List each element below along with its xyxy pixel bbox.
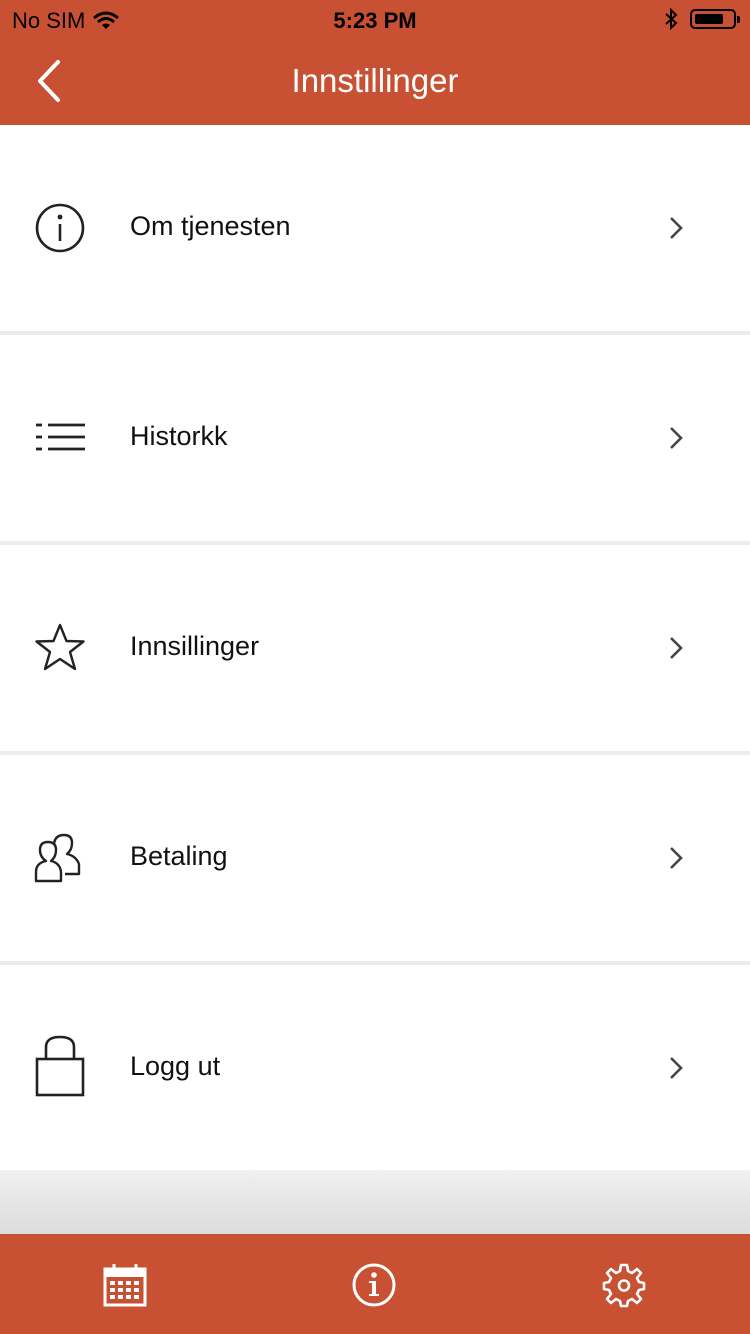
menu-item-label: Innsillinger xyxy=(130,631,260,661)
menu-item-label: Om tjenesten xyxy=(130,211,291,241)
menu-item-innsillinger[interactable]: Innsillinger xyxy=(0,545,750,755)
menu-item-betaling[interactable]: Betaling xyxy=(0,755,750,965)
menu-item-label: Logg ut xyxy=(130,1051,221,1081)
content-bottom-area xyxy=(0,1170,750,1234)
chevron-right-icon xyxy=(670,427,683,449)
tab-info[interactable] xyxy=(351,1262,397,1308)
calendar-icon xyxy=(103,1264,147,1307)
top-bar: No SIM 5:23 PM Innstillinger xyxy=(0,0,750,125)
gear-icon xyxy=(602,1263,646,1308)
chevron-right-icon xyxy=(670,217,683,239)
chevron-right-icon xyxy=(670,637,683,659)
bluetooth-icon xyxy=(665,8,678,30)
menu-item-logg-ut[interactable]: Logg ut xyxy=(0,965,750,1175)
chevron-right-icon xyxy=(670,1057,683,1079)
page-title: Innstillinger xyxy=(291,62,459,99)
lock-icon xyxy=(35,1035,85,1097)
tab-calendar[interactable] xyxy=(102,1262,148,1308)
nav-bar: Innstillinger xyxy=(0,40,750,125)
menu-item-label: Betaling xyxy=(130,841,228,871)
list-icon xyxy=(36,423,85,451)
star-icon xyxy=(35,623,85,671)
battery-icon xyxy=(690,9,740,29)
tab-settings[interactable] xyxy=(601,1262,647,1308)
tab-bar xyxy=(0,1234,750,1334)
status-right-group xyxy=(664,8,740,30)
status-time: 5:23 PM xyxy=(333,8,417,33)
chevron-right-icon xyxy=(670,847,683,869)
settings-menu-list: Om tjenesten Historkk Innsillinger Betal… xyxy=(0,125,750,1175)
menu-item-om-tjenesten[interactable]: Om tjenesten xyxy=(0,125,750,335)
status-bar: No SIM 5:23 PM xyxy=(0,0,750,40)
menu-item-label: Historkk xyxy=(130,421,228,451)
info-icon xyxy=(352,1263,396,1307)
info-circle-icon xyxy=(35,203,85,253)
users-icon xyxy=(34,833,81,883)
menu-item-historkk[interactable]: Historkk xyxy=(0,335,750,545)
